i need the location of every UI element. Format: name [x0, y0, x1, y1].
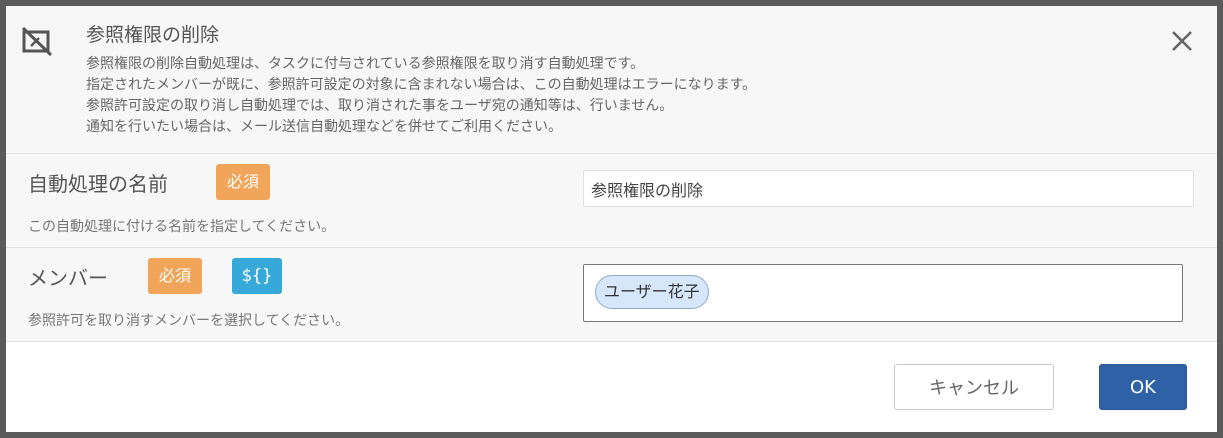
cancel-button[interactable]: キャンセル — [894, 364, 1054, 410]
description-line: 通知を行いたい場合は、メール送信自動処理などを併せてご利用ください。 — [86, 119, 562, 135]
dialog-footer: キャンセル OK — [6, 342, 1217, 432]
close-icon[interactable] — [1169, 28, 1195, 54]
required-badge: 必須 — [216, 164, 270, 200]
member-chip[interactable]: ユーザー花子 — [595, 275, 709, 309]
description-line: 参照権限の削除自動処理は、タスクに付与されている参照権限を取り消す自動処理です。 — [86, 56, 645, 72]
name-field-label: 自動処理の名前 — [28, 172, 168, 196]
description-line: 参照許可設定の取り消し自動処理では、取り消された事をユーザ宛の通知等は、行いませ… — [86, 98, 674, 114]
dialog-description: 参照権限の削除自動処理は、タスクに付与されている参照権限を取り消す自動処理です。… — [86, 54, 756, 138]
required-badge: 必須 — [148, 258, 202, 294]
delete-view-permission-dialog: 参照権限の削除 参照権限の削除自動処理は、タスクに付与されている参照権限を取り消… — [6, 6, 1217, 432]
member-field-row: メンバー 必須 ${} 参照許可を取り消すメンバーを選択してください。 ユーザー… — [6, 248, 1217, 342]
description-line: 指定されたメンバーが既に、参照許可設定の対象に含まれない場合は、この自動処理はエ… — [86, 77, 757, 93]
member-select-input[interactable]: ユーザー花子 — [583, 264, 1183, 322]
member-field-hint: 参照許可を取り消すメンバーを選択してください。 — [28, 313, 350, 329]
no-view-permission-icon — [20, 24, 54, 58]
dialog-header: 参照権限の削除 参照権限の削除自動処理は、タスクに付与されている参照権限を取り消… — [6, 6, 1217, 154]
name-field-hint: この自動処理に付ける名前を指定してください。 — [28, 219, 336, 235]
name-field-row: 自動処理の名前 必須 この自動処理に付ける名前を指定してください。 — [6, 154, 1217, 248]
member-field-label: メンバー — [28, 266, 108, 290]
ok-button[interactable]: OK — [1099, 364, 1187, 410]
variable-insert-button[interactable]: ${} — [232, 258, 282, 294]
automation-name-input[interactable] — [583, 170, 1194, 207]
dialog-title: 参照権限の削除 — [86, 24, 220, 46]
